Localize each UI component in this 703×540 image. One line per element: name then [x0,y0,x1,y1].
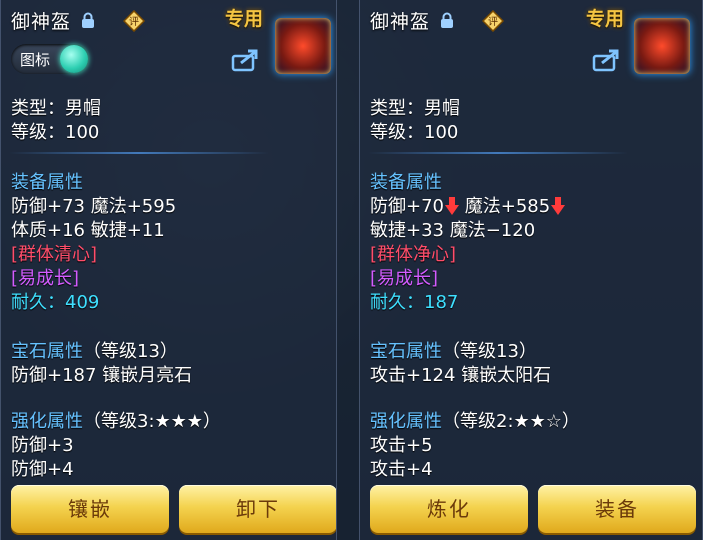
attr-magic: 魔法+585 [464,196,551,217]
attr-line-2: 敏捷+33 魔法−120 [370,220,536,241]
gem-level: （等级13） [442,341,537,362]
durability: 耐久：409 [11,292,100,313]
helmet-item-icon [634,18,690,74]
divider [368,152,628,154]
lock-icon [441,12,453,28]
gem-attr-heading: 宝石属性（等级13） [370,337,537,363]
special-trait: [易成长] [370,268,439,289]
equipped-item-panel: 御神盔 评 专用 图标 类型：男帽 等级：100 装备属性 防御+73 魔法+5… [0,0,337,540]
share-icon[interactable] [231,48,261,72]
enhance-line-1: 防御+3 [11,435,74,456]
equip-attr-title: 装备属性 [370,172,442,193]
panel-divider [337,0,359,540]
toggle-label: 图标 [20,51,51,69]
enhance-line-2: 防御+4 [11,459,74,480]
toggle-knob [60,45,88,73]
special-label: 专用 [225,8,264,30]
gem-attr-title: 宝石属性 [11,341,83,362]
gem-line: 防御+187 镶嵌月亮石 [11,365,193,386]
level-line: 等级：100 [11,122,100,143]
review-badge-icon[interactable]: 评 [123,10,145,32]
enhance-attr-heading: 强化属性（等级3:★★★） [11,407,221,433]
review-badge-icon[interactable]: 评 [482,10,504,32]
share-icon[interactable] [592,48,622,72]
special-label: 专用 [586,8,625,30]
lock-icon [82,12,94,28]
level-line: 等级：100 [370,122,459,143]
down-arrow-icon [551,197,566,215]
enhance-line-2: 攻击+4 [370,459,433,480]
compare-item-panel: 御神盔 评 专用 类型：男帽 等级：100 装备属性 防御+70 魔法+585 … [359,0,703,540]
inlay-button[interactable]: 镶嵌 [11,485,169,533]
divider [9,152,269,154]
special-trait: [易成长] [11,268,80,289]
review-badge-text: 评 [488,16,498,28]
equip-attr-title: 装备属性 [11,172,83,193]
gem-level: （等级13） [83,341,178,362]
enhance-attr-heading: 强化属性（等级2:★★☆） [370,407,580,433]
down-arrow-icon [445,197,459,215]
item-title: 御神盔 [11,11,72,33]
unequip-button[interactable]: 卸下 [179,485,336,533]
attr-line-1: 防御+70 魔法+585 [370,192,566,218]
enhance-level: （等级3:★★★） [83,411,221,432]
attr-line-2: 体质+16 敏捷+11 [11,220,165,241]
enhance-level: （等级2:★★☆） [442,411,580,432]
special-skill: [群体净心] [370,244,457,265]
attr-line-1: 防御+73 魔法+595 [11,196,177,217]
helmet-item-icon [275,18,331,74]
equip-button[interactable]: 装备 [538,485,696,533]
gem-attr-heading: 宝石属性（等级13） [11,337,178,363]
icon-toggle[interactable]: 图标 [11,44,89,74]
review-badge-text: 评 [129,16,139,28]
attr-defense: 防御+70 [370,196,444,217]
enhance-attr-title: 强化属性 [11,411,83,432]
gem-line: 攻击+124 镶嵌太阳石 [370,365,552,386]
type-line: 类型：男帽 [370,98,460,119]
special-skill: [群体清心] [11,244,98,265]
item-title: 御神盔 [370,11,431,33]
enhance-line-1: 攻击+5 [370,435,433,456]
enhance-attr-title: 强化属性 [370,411,442,432]
durability: 耐久：187 [370,292,459,313]
gem-attr-title: 宝石属性 [370,341,442,362]
type-line: 类型：男帽 [11,98,101,119]
refine-button[interactable]: 炼化 [370,485,528,533]
